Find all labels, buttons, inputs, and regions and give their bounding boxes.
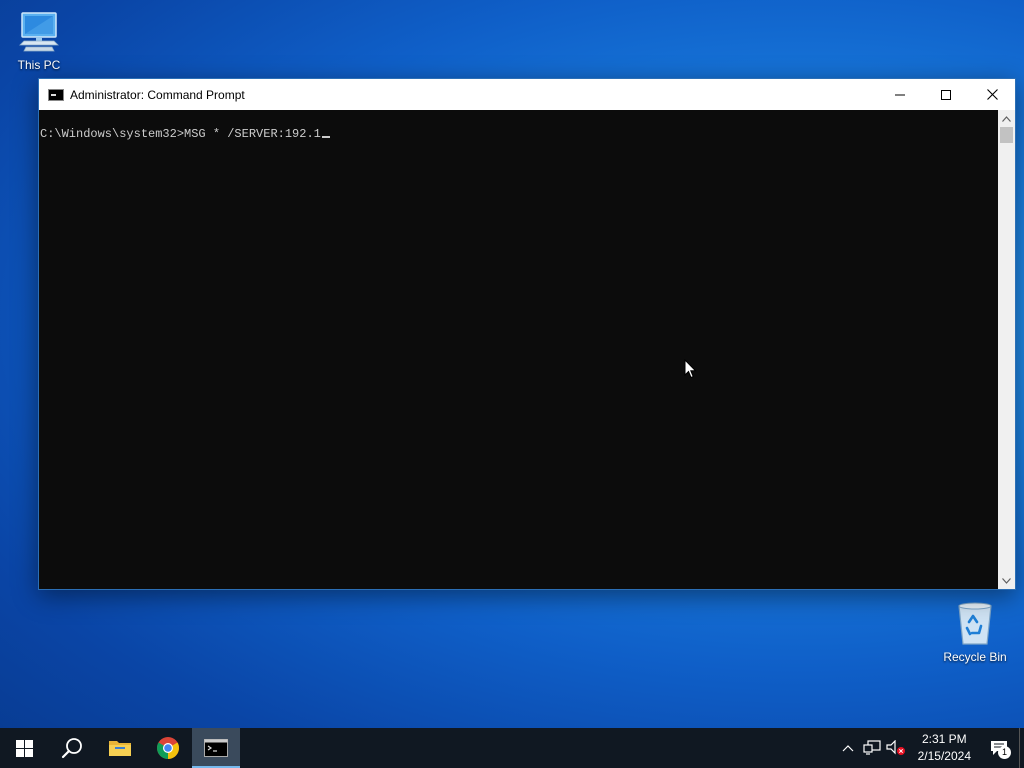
clock-time: 2:31 PM	[921, 732, 967, 746]
chevron-up-icon	[842, 745, 854, 752]
maximize-icon	[941, 89, 951, 100]
notification-count-badge: 1	[998, 746, 1011, 759]
close-icon	[986, 89, 998, 100]
folder-icon	[109, 741, 131, 756]
clock-date: 2/15/2024	[917, 749, 971, 763]
chevron-up-icon	[1002, 115, 1011, 122]
desktop-icon-recycle-bin[interactable]: Recycle Bin	[937, 600, 1013, 664]
text-cursor	[321, 136, 330, 138]
maximize-button[interactable]	[923, 79, 969, 110]
volume-button[interactable]	[884, 728, 908, 768]
mouse-pointer-icon	[684, 358, 697, 384]
network-button[interactable]	[860, 728, 884, 768]
taskbar: 2:31 PM 2/15/2024 1	[0, 728, 1024, 768]
window-controls	[877, 79, 1015, 110]
action-center-button[interactable]: 1	[979, 728, 1019, 768]
start-button[interactable]	[0, 728, 48, 768]
file-explorer-button[interactable]	[96, 728, 144, 768]
volume-muted-icon	[886, 740, 905, 755]
desktop-icon-label: Recycle Bin	[943, 650, 1007, 664]
terminal-icon	[204, 739, 228, 757]
desktop-icon-this-pc[interactable]: This PC	[1, 8, 77, 72]
chrome-button[interactable]	[144, 728, 192, 768]
system-tray: 2:31 PM 2/15/2024 1	[836, 728, 1024, 768]
close-button[interactable]	[969, 79, 1015, 110]
desktop-icon-label: This PC	[17, 58, 61, 72]
windows-logo-icon	[15, 739, 33, 757]
minimize-button[interactable]	[877, 79, 923, 110]
scroll-up-button[interactable]	[998, 110, 1015, 127]
scroll-down-button[interactable]	[998, 572, 1015, 589]
minimize-icon	[895, 94, 905, 95]
recycle-bin-icon	[951, 600, 999, 648]
console-output[interactable]: C:\Windows\system32>MSG * /SERVER:192.1	[39, 110, 998, 589]
command-prompt-taskbar-button[interactable]	[192, 728, 240, 768]
search-button[interactable]	[48, 728, 96, 768]
terminal-icon	[48, 88, 64, 101]
console-line: C:\Windows\system32>MSG * /SERVER:192.1	[40, 127, 321, 141]
chrome-icon	[157, 737, 179, 759]
command-prompt-window[interactable]: Administrator: Command Prompt C:\Windows…	[38, 78, 1016, 590]
computer-icon	[15, 8, 63, 56]
show-hidden-icons-button[interactable]	[836, 728, 860, 768]
window-title: Administrator: Command Prompt	[70, 87, 245, 102]
scroll-thumb[interactable]	[1000, 127, 1013, 143]
show-desktop-button[interactable]	[1019, 728, 1024, 768]
title-bar[interactable]: Administrator: Command Prompt	[39, 79, 1015, 110]
vertical-scrollbar[interactable]	[998, 110, 1015, 589]
chevron-down-icon	[1002, 577, 1011, 584]
network-icon	[863, 740, 881, 755]
search-icon	[61, 738, 82, 759]
clock[interactable]: 2:31 PM 2/15/2024	[910, 731, 979, 765]
